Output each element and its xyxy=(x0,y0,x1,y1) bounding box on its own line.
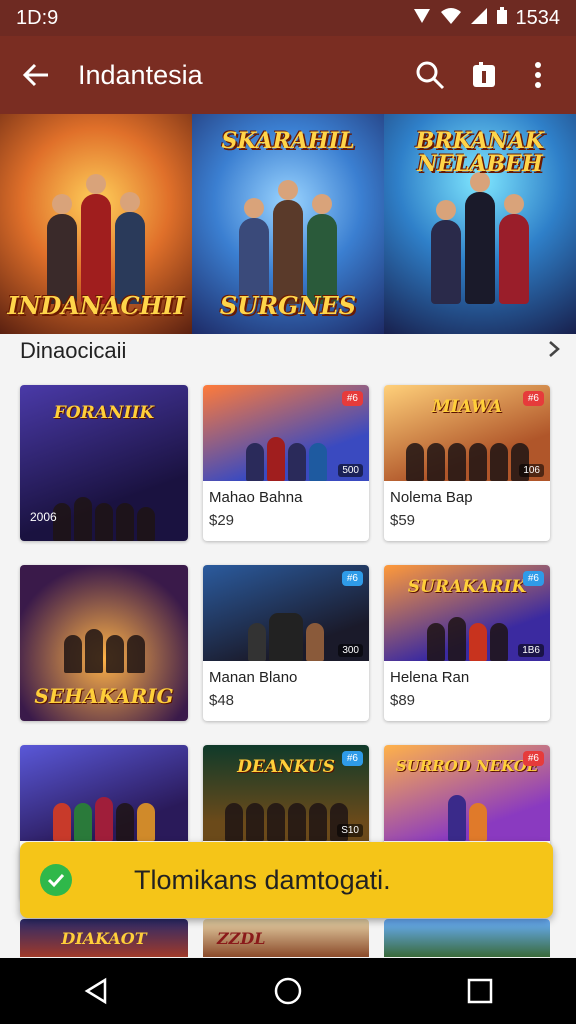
game-art: #6 SURROD NEKOE xyxy=(384,745,550,841)
game-name: Helena Ran xyxy=(390,669,470,686)
card-count: 106 xyxy=(519,464,544,477)
price-badge: #6 xyxy=(522,571,544,586)
game-price: $89 xyxy=(390,692,416,709)
game-card[interactable]: #6 MIAWA 106 Nolema Bap $59 xyxy=(384,385,550,541)
triangle-back-icon xyxy=(84,977,107,1005)
card-count: 300 xyxy=(338,644,363,657)
banner-title: SURGNES xyxy=(219,290,357,320)
game-card[interactable]: #6 300 Manan Blano $48 xyxy=(203,565,369,721)
game-card[interactable]: ZZDL xyxy=(203,919,369,957)
game-card[interactable]: DIAKAOT xyxy=(20,919,188,957)
game-card[interactable]: #6 500 Mahao Bahna $29 xyxy=(203,385,369,541)
more-options-button[interactable] xyxy=(514,51,562,99)
search-icon xyxy=(416,61,445,90)
game-art-title: SEHAKARIG xyxy=(34,684,174,708)
circle-home-icon xyxy=(274,977,302,1005)
arrow-left-icon xyxy=(22,63,48,87)
banner-title: SKARAHIL xyxy=(221,128,355,154)
game-art xyxy=(20,745,188,841)
system-nav-bar xyxy=(0,958,576,1024)
game-art-title: ZZDL xyxy=(217,929,266,948)
game-card[interactable]: SEHAKARIG xyxy=(20,565,188,721)
game-art-title: DIAKAOT xyxy=(61,929,147,948)
game-art: #6 300 xyxy=(203,565,369,661)
game-price: $29 xyxy=(209,512,235,529)
banner-title: INDANACHII xyxy=(7,290,185,320)
banner-tile[interactable]: SKARAHIL SURGNES xyxy=(192,114,384,334)
card-count: 500 xyxy=(338,464,363,477)
chevron-right-icon[interactable] xyxy=(548,338,560,364)
game-name: Manan Blano xyxy=(209,669,298,686)
game-art-title: SURROD NEKOE xyxy=(395,757,539,775)
game-grid: FORANIIK 2006 #6 500 Mahao Bahna $29 #6 … xyxy=(20,385,552,901)
price-badge: #6 xyxy=(341,571,363,586)
toast-notification[interactable]: Tlomikans damtogati. xyxy=(20,842,553,918)
game-price: $48 xyxy=(209,692,235,709)
banner-characters xyxy=(384,172,576,304)
banner-tile[interactable]: BRKANAK NELABEH xyxy=(384,114,576,334)
banner-characters xyxy=(0,174,192,304)
toast-message: Tlomikans damtogati. xyxy=(134,864,391,895)
battery-icon xyxy=(496,6,508,30)
cell-icon xyxy=(470,7,488,30)
check-icon xyxy=(40,864,72,896)
next-row-preview: DIAKAOT ZZDL xyxy=(20,919,552,957)
featured-banner[interactable]: INDANACHII SKARAHIL SURGNES BRKANAK NELA… xyxy=(0,114,576,334)
game-card[interactable] xyxy=(384,919,550,957)
signal-icon xyxy=(412,7,432,30)
back-button[interactable] xyxy=(14,53,58,97)
game-card[interactable]: #6 SURAKARIK 1B6 Helena Ran $89 xyxy=(384,565,550,721)
page-title: Indantesia xyxy=(78,59,203,90)
section-header[interactable]: Dinaocicaii xyxy=(20,338,560,364)
game-art: FORANIIK 2006 xyxy=(20,385,188,541)
banner-characters xyxy=(192,180,384,304)
game-card[interactable]: FORANIIK 2006 xyxy=(20,385,188,541)
clock-text: 1534 xyxy=(515,6,561,29)
banner-tile[interactable]: INDANACHII xyxy=(0,114,192,334)
status-time: 1D:9 xyxy=(16,6,59,29)
more-vert-icon xyxy=(535,62,541,88)
game-art-title: SURAKARIK xyxy=(407,577,527,597)
nav-recents-button[interactable] xyxy=(450,961,510,1021)
app-bar: Indantesia xyxy=(0,36,576,114)
game-name: Nolema Bap xyxy=(390,489,473,506)
game-price: $59 xyxy=(390,512,416,529)
game-name: Mahao Bahna xyxy=(209,489,303,506)
status-bar: 1D:9 1534 xyxy=(0,0,576,36)
card-count: S10 xyxy=(337,824,363,837)
card-count: 1B6 xyxy=(518,644,544,657)
game-art: #6 DEANKUS S10 xyxy=(203,745,369,841)
card-caption: 2006 xyxy=(30,510,57,524)
game-art: #6 500 xyxy=(203,385,369,481)
game-art-title: DEANKUS xyxy=(237,757,335,777)
section-title: Dinaocicaii xyxy=(20,338,127,363)
price-badge: #6 xyxy=(341,751,363,766)
game-art: #6 SURAKARIK 1B6 xyxy=(384,565,550,661)
game-art: #6 MIAWA 106 xyxy=(384,385,550,481)
price-badge: #6 xyxy=(522,391,544,406)
nav-home-button[interactable] xyxy=(258,961,318,1021)
wifi-icon xyxy=(440,7,462,30)
library-button[interactable] xyxy=(460,51,508,99)
game-art: SEHAKARIG xyxy=(20,565,188,721)
nav-back-button[interactable] xyxy=(66,961,126,1021)
search-button[interactable] xyxy=(406,51,454,99)
status-icons: 1534 xyxy=(412,6,561,30)
library-icon xyxy=(473,62,495,87)
price-badge: #6 xyxy=(522,751,544,766)
game-art-title: MIAWA xyxy=(431,397,503,417)
game-art-title: FORANIIK xyxy=(53,403,155,423)
banner-title: BRKANAK NELABEH xyxy=(415,128,545,178)
square-recents-icon xyxy=(467,978,493,1004)
price-badge: #6 xyxy=(341,391,363,406)
